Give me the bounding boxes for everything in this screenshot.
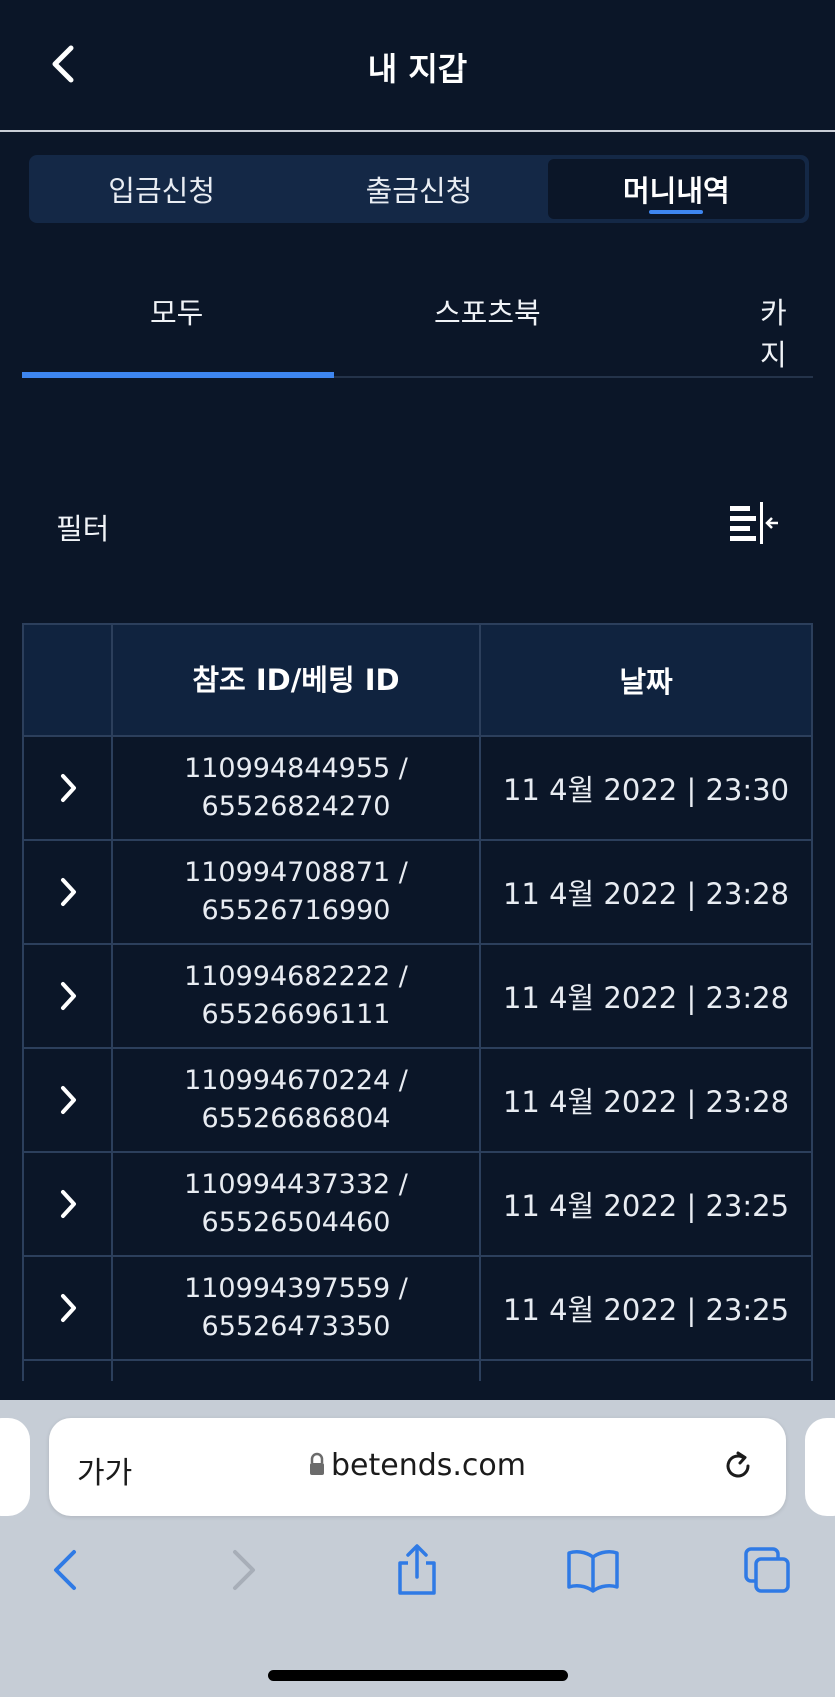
bet-id: 65526696111 bbox=[201, 999, 391, 1030]
table-row: 110994397559 / 65526473350 11 4월 2022 | … bbox=[24, 1257, 813, 1361]
segment-deposit[interactable]: 입금신청 bbox=[33, 159, 290, 219]
share-icon bbox=[398, 1544, 436, 1595]
table-header-row: 참조 ID/베팅 ID 날짜 bbox=[24, 625, 813, 737]
ref-id: 110994844955 / bbox=[184, 753, 408, 784]
reload-button[interactable] bbox=[720, 1448, 756, 1484]
tabs-button[interactable] bbox=[737, 1540, 797, 1600]
url-display[interactable]: betends.com bbox=[49, 1448, 786, 1483]
filter-collapse-icon bbox=[730, 502, 778, 544]
date-cell: 11 4월 2022 | 23:25 bbox=[481, 1153, 813, 1255]
date-cell: 11 4월 2022 | 23:28 bbox=[481, 945, 813, 1047]
chevron-right-icon bbox=[60, 774, 76, 802]
table-row: 110994682222 / 65526696111 11 4월 2022 | … bbox=[24, 945, 813, 1049]
segment-money-history[interactable]: 머니내역 bbox=[547, 159, 805, 219]
url-text: betends.com bbox=[330, 1448, 526, 1483]
chevron-right-icon bbox=[60, 878, 76, 906]
header-ref-id: 참조 ID/베팅 ID bbox=[113, 625, 481, 735]
row-expand-button[interactable] bbox=[24, 1049, 113, 1151]
table-row: 110994437332 / 65526504460 11 4월 2022 | … bbox=[24, 1153, 813, 1257]
bet-id: 65526686804 bbox=[201, 1103, 391, 1134]
browser-chrome: 가가 betends.com bbox=[0, 1400, 835, 1697]
row-expand-button[interactable] bbox=[24, 1153, 113, 1255]
address-bar[interactable]: 가가 betends.com bbox=[49, 1418, 786, 1516]
row-cell bbox=[24, 1361, 113, 1381]
prev-tab-card[interactable] bbox=[0, 1418, 30, 1516]
reload-icon bbox=[726, 1451, 750, 1478]
bet-id: 65526824270 bbox=[201, 791, 391, 822]
home-indicator bbox=[268, 1670, 568, 1681]
tab-sportsbook[interactable]: 스포츠북 bbox=[434, 290, 541, 332]
lock-icon bbox=[309, 1452, 324, 1475]
bookmarks-button[interactable] bbox=[563, 1540, 623, 1600]
bet-id: 65526504460 bbox=[201, 1207, 391, 1238]
money-history-table: 참조 ID/베팅 ID 날짜 110994844955 / 6552682427… bbox=[22, 623, 813, 1381]
segment-withdraw[interactable]: 출금신청 bbox=[290, 159, 547, 219]
tab-casino[interactable]: 카지 bbox=[760, 290, 813, 374]
row-expand-button[interactable] bbox=[24, 737, 113, 839]
table-row: 110994708871 / 65526716990 11 4월 2022 | … bbox=[24, 841, 813, 945]
table-row: 110994844955 / 65526824270 11 4월 2022 | … bbox=[24, 737, 813, 841]
ref-bet-id-cell: 110994437332 / 65526504460 bbox=[113, 1153, 481, 1255]
row-expand-button[interactable] bbox=[24, 1257, 113, 1359]
date-cell: 11 4월 2022 | 23:28 bbox=[481, 1049, 813, 1151]
row-cell bbox=[481, 1361, 813, 1381]
filter-toggle-button[interactable] bbox=[728, 500, 780, 546]
browser-back-button[interactable] bbox=[35, 1540, 95, 1600]
tab-all[interactable]: 모두 bbox=[150, 290, 203, 332]
ref-id: 110994708871 / bbox=[184, 857, 408, 888]
ref-id: 110994397559 / bbox=[184, 1273, 408, 1304]
table-row bbox=[24, 1361, 813, 1381]
header-expand bbox=[24, 625, 113, 735]
header: 내 지갑 bbox=[0, 0, 835, 132]
bet-id: 65526716990 bbox=[201, 895, 391, 926]
browser-forward-button[interactable] bbox=[214, 1540, 274, 1600]
table-row: 110994670224 / 65526686804 11 4월 2022 | … bbox=[24, 1049, 813, 1153]
chevron-right-icon bbox=[233, 1550, 255, 1590]
ref-bet-id-cell: 110994708871 / 65526716990 bbox=[113, 841, 481, 943]
chevron-right-icon bbox=[60, 1190, 76, 1218]
share-button[interactable] bbox=[387, 1540, 447, 1600]
next-tab-card[interactable] bbox=[805, 1418, 835, 1516]
bet-id: 65526473350 bbox=[201, 1311, 391, 1342]
chevron-right-icon bbox=[60, 1086, 76, 1114]
chevron-right-icon bbox=[60, 982, 76, 1010]
ref-bet-id-cell: 110994670224 / 65526686804 bbox=[113, 1049, 481, 1151]
row-cell bbox=[113, 1361, 481, 1381]
row-expand-button[interactable] bbox=[24, 945, 113, 1047]
date-cell: 11 4월 2022 | 23:30 bbox=[481, 737, 813, 839]
tabs-icon bbox=[744, 1547, 790, 1593]
ref-bet-id-cell: 110994397559 / 65526473350 bbox=[113, 1257, 481, 1359]
date-cell: 11 4월 2022 | 23:28 bbox=[481, 841, 813, 943]
category-tabs: 모두 스포츠북 카지 bbox=[22, 262, 813, 378]
ref-id: 110994682222 / bbox=[184, 961, 408, 992]
ref-id: 110994670224 / bbox=[184, 1065, 408, 1096]
chevron-left-icon bbox=[54, 1550, 76, 1590]
date-cell: 11 4월 2022 | 23:25 bbox=[481, 1257, 813, 1359]
page-title: 내 지갑 bbox=[367, 50, 468, 88]
filter-label: 필터 bbox=[56, 512, 110, 546]
ref-bet-id-cell: 110994844955 / 65526824270 bbox=[113, 737, 481, 839]
wallet-segment-control: 입금신청 출금신청 머니내역 bbox=[29, 155, 809, 223]
ref-id: 110994437332 / bbox=[184, 1169, 408, 1200]
header-date: 날짜 bbox=[481, 625, 813, 735]
chevron-right-icon bbox=[60, 1294, 76, 1322]
book-icon bbox=[567, 1550, 619, 1593]
app-screen: 내 지갑 입금신청 출금신청 머니내역 모두 스포츠북 카지 필터 참조 ID/… bbox=[0, 0, 835, 1400]
ref-bet-id-cell: 110994682222 / 65526696111 bbox=[113, 945, 481, 1047]
row-expand-button[interactable] bbox=[24, 841, 113, 943]
active-tab-indicator bbox=[22, 372, 334, 378]
